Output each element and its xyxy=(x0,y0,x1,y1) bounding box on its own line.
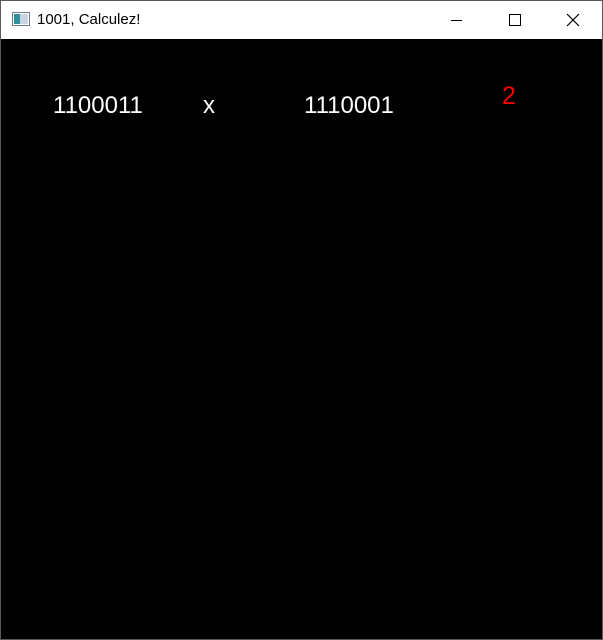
minimize-icon xyxy=(451,20,462,21)
operator-sign: x xyxy=(203,92,215,119)
title-bar[interactable]: 1001, Calculez! xyxy=(1,1,602,39)
game-canvas[interactable]: 1100011 x 1110001 2 xyxy=(1,39,602,639)
operand-b: 1110001 xyxy=(304,92,394,119)
minimize-button[interactable] xyxy=(433,1,479,39)
maximize-button[interactable] xyxy=(491,1,537,39)
countdown-counter: 2 xyxy=(502,82,516,110)
app-window: 1001, Calculez! 1100011 x 1110001 2 xyxy=(0,0,603,640)
operand-a: 1100011 xyxy=(53,92,143,119)
close-button[interactable] xyxy=(549,1,595,39)
close-icon xyxy=(566,13,580,27)
maximize-icon xyxy=(509,14,521,26)
window-title: 1001, Calculez! xyxy=(37,11,141,28)
app-window-icon xyxy=(12,12,30,26)
